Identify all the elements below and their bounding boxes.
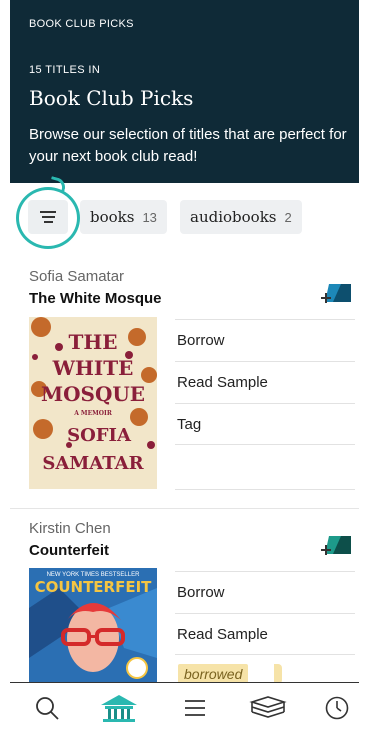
nav-menu[interactable] — [178, 691, 212, 725]
chip-count: 2 — [284, 209, 292, 225]
nav-shelf[interactable] — [248, 691, 288, 725]
book-title[interactable]: The White Mosque — [29, 290, 162, 307]
title-count: 15 TITLES IN — [29, 64, 101, 76]
app-frame: BOOK CLUB PICKS 15 TITLES IN Book Club P… — [10, 0, 359, 732]
add-tag-icon[interactable] — [321, 534, 353, 558]
borrowed-badge-tail — [274, 664, 282, 684]
book-actions: Borrow Read Sample Tag — [175, 319, 355, 445]
nav-search[interactable] — [30, 691, 64, 725]
cover-text-5: SOFIA — [67, 425, 132, 446]
chip-count: 13 — [142, 209, 157, 225]
cover-text-3: MOSQUE — [41, 382, 145, 406]
tag-button[interactable]: Tag — [175, 403, 355, 445]
search-icon — [36, 697, 59, 720]
cover-text-2: WHITE — [52, 356, 134, 380]
page-title: Book Club Picks — [29, 86, 194, 110]
chip-audiobooks[interactable]: audiobooks 2 — [180, 200, 302, 234]
filter-button[interactable] — [28, 200, 68, 234]
chip-label: audiobooks — [190, 208, 277, 226]
book-author[interactable]: Sofia Samatar — [29, 268, 124, 285]
actions-spacer — [175, 448, 355, 490]
shelf-icon — [249, 696, 287, 718]
book-actions: Borrow Read Sample — [175, 571, 355, 655]
page-description: Browse our selection of titles that are … — [29, 126, 347, 165]
read-sample-button[interactable]: Read Sample — [175, 613, 355, 655]
book-cover[interactable]: THE WHITE MOSQUE A MEMOIR SOFIA SAMATAR — [29, 317, 157, 489]
nav-library[interactable] — [98, 691, 140, 725]
book-author[interactable]: Kirstin Chen — [29, 520, 111, 537]
bottom-nav — [10, 682, 359, 732]
library-icon — [101, 695, 137, 722]
page-header: BOOK CLUB PICKS 15 TITLES IN Book Club P… — [10, 0, 359, 183]
borrow-button[interactable]: Borrow — [175, 571, 355, 613]
nav-history[interactable] — [320, 691, 354, 725]
read-sample-button[interactable]: Read Sample — [175, 361, 355, 403]
book-title[interactable]: Counterfeit — [29, 542, 109, 559]
add-tag-icon[interactable] — [321, 282, 353, 306]
cover-text-4: A MEMOIR — [73, 410, 113, 417]
book-cover[interactable]: NEW YORK TIMES BESTSELLER COUNTERFEIT — [29, 568, 157, 682]
borrow-button[interactable]: Borrow — [175, 319, 355, 361]
menu-icon — [185, 700, 205, 716]
chip-books[interactable]: books 13 — [80, 200, 167, 234]
cover-text-2: COUNTERFEIT — [35, 578, 153, 596]
history-icon — [325, 696, 349, 720]
borrowed-badge: borrowed — [178, 664, 249, 684]
chip-label: books — [90, 208, 135, 226]
section-label: BOOK CLUB PICKS — [29, 18, 134, 30]
cover-text-1: THE — [68, 330, 117, 354]
divider — [10, 508, 359, 509]
cover-text-6: SAMATAR — [42, 453, 144, 474]
